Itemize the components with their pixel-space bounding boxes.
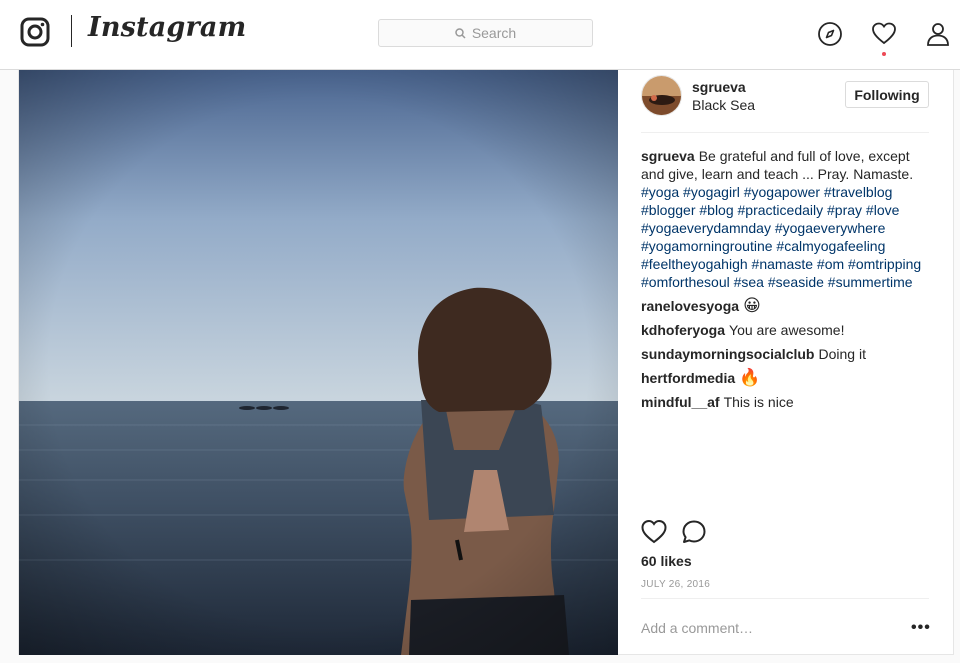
logo-divider — [71, 15, 72, 47]
instagram-wordmark[interactable]: Instagram — [88, 12, 246, 43]
compass-icon[interactable] — [817, 21, 843, 47]
comments-list: sgrueva Be grateful and full of love, exc… — [641, 147, 929, 417]
comment-username[interactable]: mindful__af — [641, 394, 720, 410]
comment-username[interactable]: ranelovesyoga — [641, 298, 739, 314]
comment-text: 🔥 — [739, 368, 761, 388]
post-photo[interactable] — [19, 70, 618, 655]
search-input[interactable]: Search — [378, 19, 593, 47]
list-item: kdhoferyoga You are awesome! — [641, 321, 929, 339]
comment-input[interactable] — [641, 617, 891, 639]
comment-username[interactable]: hertfordmedia — [641, 370, 735, 386]
post-actions — [641, 519, 929, 549]
instagram-logo-icon[interactable] — [20, 17, 50, 47]
list-item: mindful__af This is nice — [641, 393, 929, 411]
following-button[interactable]: Following — [845, 81, 929, 108]
heart-icon[interactable] — [871, 21, 897, 47]
post-sidebar: sgrueva Black Sea Following sgrueva Be gr… — [641, 70, 931, 655]
comment-text: 😀 — [743, 296, 761, 316]
post-caption: sgrueva Be grateful and full of love, exc… — [641, 147, 929, 291]
post-location[interactable]: Black Sea — [692, 97, 755, 113]
avatar-image — [642, 76, 681, 115]
speech-bubble-icon[interactable] — [681, 519, 707, 545]
comment-text: Doing it — [818, 346, 866, 362]
list-item: hertfordmedia 🔥 — [641, 369, 929, 387]
heart-outline-icon[interactable] — [641, 519, 667, 545]
caption-hashtags[interactable]: #yoga #yogagirl #yogapower #travelblog #… — [641, 184, 921, 290]
comment-username[interactable]: sundaymorningsocialclub — [641, 346, 814, 362]
comment-text: This is nice — [723, 394, 794, 410]
top-navigation-bar: Instagram Search — [0, 0, 960, 70]
search-icon — [455, 27, 466, 39]
post-card: sgrueva Black Sea Following sgrueva Be gr… — [18, 70, 954, 655]
comment-text: You are awesome! — [729, 322, 845, 338]
comment-username[interactable]: kdhoferyoga — [641, 322, 725, 338]
caption-username[interactable]: sgrueva — [641, 148, 695, 164]
search-placeholder: Search — [471, 25, 517, 41]
post-image — [19, 70, 618, 655]
person-icon[interactable] — [925, 21, 951, 47]
avatar[interactable] — [641, 75, 682, 116]
post-username[interactable]: sgrueva — [692, 79, 746, 95]
post-header: sgrueva Black Sea Following — [641, 70, 929, 133]
list-item: ranelovesyoga 😀 — [641, 297, 929, 315]
add-comment-section: ••• — [641, 598, 931, 655]
more-options-icon[interactable]: ••• — [911, 619, 931, 637]
notification-dot — [882, 52, 886, 56]
list-item: sundaymorningsocialclub Doing it — [641, 345, 929, 363]
likes-count[interactable]: 60 likes — [641, 553, 692, 569]
post-date[interactable]: JULY 26, 2016 — [641, 579, 710, 590]
